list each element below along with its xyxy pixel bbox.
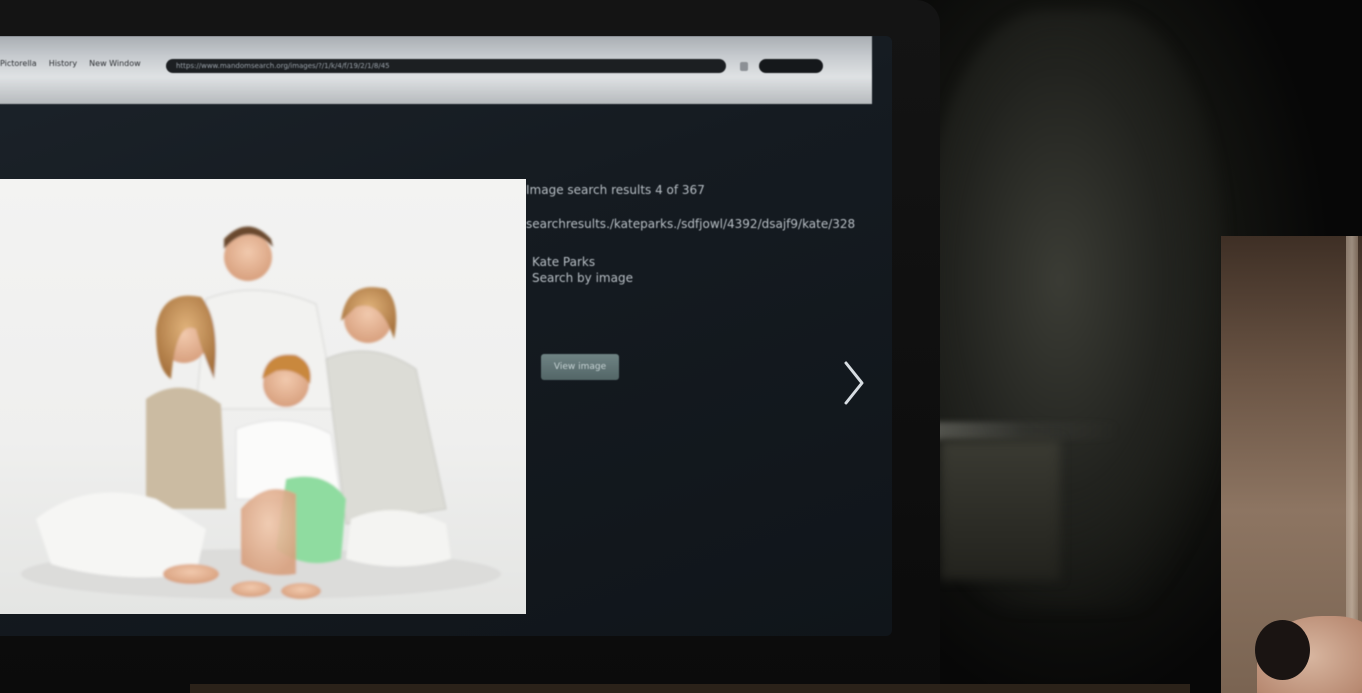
result-person-name: Kate Parks [532,255,596,269]
result-info-panel: Image search results 4 of 367 searchresu… [526,182,855,286]
result-meta: Kate Parks Search by image [526,254,806,286]
view-image-button[interactable]: View image [541,354,619,380]
browser-search-input[interactable] [759,59,823,73]
menu-item-pictorella[interactable]: Pictorella [0,59,37,68]
background-fingertip-shadow [1255,620,1310,680]
table-edge [190,684,1190,693]
result-count: Image search results 4 of 367 [526,183,705,197]
search-by-image-link[interactable]: Search by image [532,270,806,286]
laptop: Pictorella History New Window https://ww… [0,0,940,693]
browser-toolbar: Pictorella History New Window https://ww… [0,36,872,104]
address-bar[interactable]: https://www.mandomsearch.org/images/?/1/… [166,59,726,73]
result-path-link[interactable]: searchresults./kateparks./sdfjowl/4392/d… [526,216,855,232]
background-glass-rim [930,422,1120,440]
laptop-screen: Pictorella History New Window https://ww… [0,36,892,636]
search-result-image[interactable] [0,179,526,614]
background-person-hand [1221,236,1362,693]
menu-item-new-window[interactable]: New Window [89,59,141,68]
background-glass-base [940,440,1060,580]
browser-menu: Pictorella History New Window [0,59,141,68]
family-photo [21,226,501,599]
scene: Pictorella History New Window https://ww… [0,0,1362,693]
menu-item-history[interactable]: History [49,59,77,68]
lock-icon [740,62,748,71]
chevron-right-icon[interactable] [842,359,866,407]
